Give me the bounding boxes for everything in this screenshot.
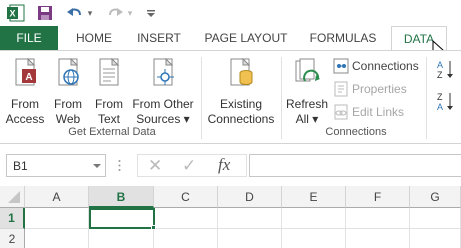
cell-f1[interactable]: [346, 208, 410, 229]
connections-label: Connections: [352, 59, 419, 73]
row-header-1[interactable]: 1: [0, 208, 25, 229]
formula-bar: B1 ✕ ✓ fx: [0, 149, 461, 183]
cell-e2[interactable]: [282, 229, 346, 248]
connections-icon: [333, 58, 349, 74]
enter-icon: ✓: [182, 156, 197, 175]
text-file-icon: [90, 57, 128, 95]
properties-button: Properties: [333, 80, 407, 98]
sort-z-to-a-button[interactable]: ZA: [436, 91, 456, 113]
tab-formulas[interactable]: FORMULAS: [304, 26, 382, 50]
ribbon-tabs: FILE HOME INSERT PAGE LAYOUT FORMULAS DA…: [0, 26, 461, 60]
svg-text:Z: Z: [437, 92, 443, 102]
tab-home[interactable]: HOME: [68, 26, 120, 50]
formula-bar-grip-icon[interactable]: [118, 158, 121, 173]
access-db-icon: A: [4, 57, 46, 95]
get-external-data-group-label: Get External Data: [68, 126, 156, 138]
existing-connections-label-2: Connections: [207, 112, 275, 126]
cell-a2[interactable]: [25, 229, 89, 248]
formula-buttons-area: ✕ ✓ fx: [137, 154, 247, 177]
ribbon-separator: [201, 57, 202, 139]
column-header-f[interactable]: F: [346, 186, 410, 208]
svg-text:Z: Z: [437, 70, 443, 80]
name-box-value: B1: [13, 159, 28, 173]
cell-d2[interactable]: [218, 229, 282, 248]
from-access-button[interactable]: A From Access: [4, 57, 46, 127]
fill-handle[interactable]: [151, 225, 156, 230]
ribbon-separator: [281, 57, 282, 139]
connections-group-label: Connections: [325, 126, 387, 138]
active-cell-selection[interactable]: [89, 208, 155, 229]
ribbon-data: A From Access From Web From Text From Ot…: [0, 50, 461, 144]
properties-icon: [334, 81, 348, 97]
refresh-all-button[interactable]: Refresh All ▾: [284, 57, 330, 127]
cell-e1[interactable]: [282, 208, 346, 229]
refresh-all-label-2: All ▾: [295, 112, 319, 126]
excel-logo-icon[interactable]: X: [6, 3, 26, 23]
properties-label: Properties: [352, 82, 407, 96]
existing-connections-label-1: Existing: [219, 97, 263, 111]
edit-links-label: Edit Links: [352, 105, 405, 119]
name-box-dropdown-icon[interactable]: [93, 164, 101, 168]
column-header-c[interactable]: C: [154, 186, 218, 208]
refresh-all-label-1: Refresh: [285, 97, 329, 111]
formula-input[interactable]: [249, 154, 461, 177]
cell-g1[interactable]: [410, 208, 461, 229]
from-web-label-2: Web: [55, 112, 81, 126]
redo-dropdown-icon: ▾: [127, 7, 133, 18]
web-globe-icon: [48, 57, 88, 95]
customize-qat-icon[interactable]: [144, 3, 158, 23]
save-icon[interactable]: [36, 3, 54, 23]
from-text-button[interactable]: From Text: [90, 57, 128, 127]
from-access-label-1: From: [11, 97, 39, 111]
svg-text:A: A: [25, 72, 32, 83]
cell-d1[interactable]: [218, 208, 282, 229]
from-other-label-1: From Other: [132, 97, 194, 111]
redo-icon: [106, 3, 124, 23]
column-header-b[interactable]: B: [89, 186, 154, 208]
cell-f2[interactable]: [346, 229, 410, 248]
column-header-g[interactable]: G: [410, 186, 461, 208]
existing-connections-button[interactable]: Existing Connections: [204, 57, 278, 127]
ribbon-separator: [426, 57, 427, 139]
undo-dropdown-icon[interactable]: ▾: [86, 3, 94, 23]
refresh-icon: [284, 57, 330, 95]
from-access-label-2: Access: [5, 112, 45, 126]
from-web-button[interactable]: From Web: [48, 57, 88, 127]
existing-connections-icon: [204, 57, 278, 95]
from-text-label-2: Text: [97, 112, 120, 126]
column-header-d[interactable]: D: [218, 186, 282, 208]
name-box[interactable]: B1: [6, 154, 106, 177]
column-header-e[interactable]: E: [282, 186, 346, 208]
from-other-sources-button[interactable]: From Other Sources ▾: [130, 57, 196, 127]
cell-b2[interactable]: [89, 229, 154, 248]
sort-a-to-z-icon: AZ: [437, 60, 453, 80]
cell-a1[interactable]: [25, 208, 89, 229]
select-all-corner[interactable]: [0, 186, 25, 208]
cell-c2[interactable]: [154, 229, 218, 248]
svg-text:A: A: [437, 60, 443, 70]
sort-z-to-a-icon: ZA: [437, 92, 453, 112]
quick-access-toolbar: X ▾ ▾: [0, 0, 461, 26]
edit-links-icon: [334, 104, 348, 120]
other-sources-icon: [130, 57, 196, 95]
undo-icon[interactable]: [66, 3, 84, 23]
from-web-label-1: From: [54, 97, 82, 111]
from-other-label-2: Sources ▾: [136, 112, 190, 126]
insert-function-button[interactable]: fx: [218, 155, 230, 175]
connections-button[interactable]: Connections: [333, 57, 419, 75]
column-header-a[interactable]: A: [25, 186, 89, 208]
cell-c1[interactable]: [154, 208, 218, 229]
row-header-2[interactable]: 2: [0, 229, 25, 248]
edit-links-button: Edit Links: [333, 103, 404, 121]
worksheet-grid: A B C D E F G 1 2: [0, 186, 461, 248]
cell-g2[interactable]: [410, 229, 461, 248]
tab-insert[interactable]: INSERT: [128, 26, 190, 50]
svg-text:X: X: [9, 9, 15, 19]
sort-a-to-z-button[interactable]: AZ: [436, 59, 456, 81]
from-text-label-1: From: [95, 97, 123, 111]
cancel-icon: ✕: [148, 156, 163, 175]
svg-text:A: A: [437, 102, 443, 112]
tab-page-layout[interactable]: PAGE LAYOUT: [198, 26, 294, 50]
tab-file[interactable]: FILE: [0, 26, 58, 50]
